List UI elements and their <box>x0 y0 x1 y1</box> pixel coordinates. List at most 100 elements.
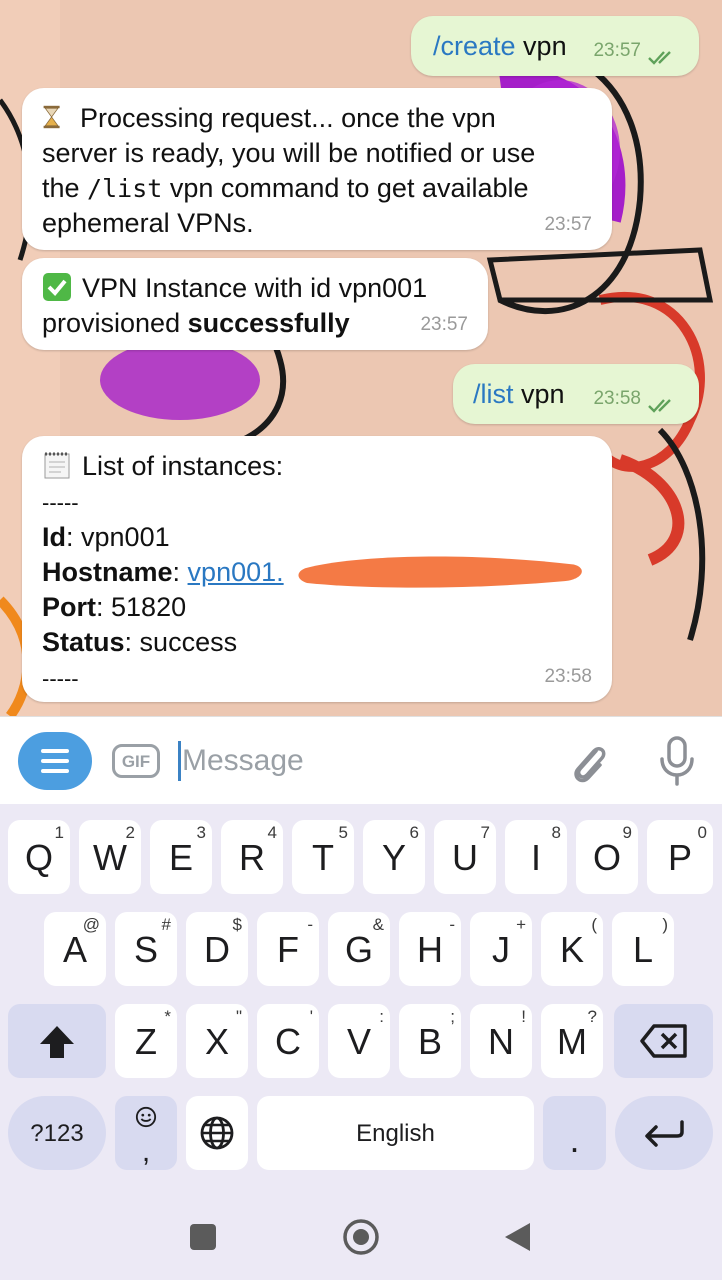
key-a[interactable]: A @ <box>44 912 106 986</box>
key-hint: $ <box>232 915 242 934</box>
key-label: A <box>62 929 87 970</box>
enter-arrow-icon <box>645 1120 684 1147</box>
shift-arrow-icon <box>40 1026 74 1058</box>
key-d[interactable]: D $ <box>186 912 248 986</box>
key-l[interactable]: L) <box>612 912 674 986</box>
language-key[interactable] <box>186 1096 248 1170</box>
key-v[interactable]: V: <box>328 1004 390 1078</box>
key-label: B <box>417 1021 442 1062</box>
period-key[interactable]: . <box>543 1096 606 1170</box>
key-p[interactable]: P0 <box>647 820 713 894</box>
field-label: Port <box>42 592 96 622</box>
paperclip-icon[interactable] <box>566 739 612 785</box>
system-navigation-bar <box>0 1190 722 1280</box>
message-text-line: server is ready, you will be notified or… <box>42 138 536 168</box>
key-u[interactable]: U7 <box>434 820 496 894</box>
message-text-line: vpn command to get available <box>162 173 529 203</box>
shift-key[interactable] <box>8 1004 106 1078</box>
incoming-message[interactable]: Processing request... once the vpn serve… <box>22 88 612 250</box>
key-w[interactable]: W2 <box>79 820 141 894</box>
key-label: S <box>133 929 158 970</box>
incoming-message[interactable]: List of instances: ----- Id: vpn001 Host… <box>22 436 612 702</box>
key-label: E <box>168 837 193 878</box>
key-label: W <box>93 837 127 878</box>
outgoing-message[interactable]: /list vpn 23:58 <box>453 364 699 424</box>
key-label: M <box>557 1021 587 1062</box>
spacebar[interactable]: English <box>257 1096 534 1170</box>
hostname-link[interactable]: vpn001. <box>188 557 284 587</box>
key-t[interactable]: T5 <box>292 820 354 894</box>
recents-button[interactable] <box>190 1224 216 1250</box>
notepad-icon <box>44 452 70 479</box>
field-value: success <box>132 627 238 657</box>
key-j[interactable]: J + <box>470 912 532 986</box>
backspace-key[interactable] <box>614 1004 713 1078</box>
message-composer: GIF <box>0 716 722 804</box>
key-hint: ? <box>587 1007 597 1026</box>
key-hint: ! <box>521 1007 526 1026</box>
back-button[interactable] <box>502 1221 532 1253</box>
key-hint: ' <box>309 1007 313 1026</box>
key-hint: @ <box>82 915 100 934</box>
globe-icon <box>200 1116 234 1150</box>
backspace-icon <box>639 1024 687 1058</box>
symbols-key[interactable]: ?123 <box>8 1096 106 1170</box>
message-input[interactable] <box>182 739 542 783</box>
bot-command-link[interactable]: /create <box>433 31 516 61</box>
emoji-key[interactable]: , <box>115 1096 177 1170</box>
key-i[interactable]: I8 <box>505 820 567 894</box>
key-label: Q <box>24 837 53 878</box>
message-text-line: VPN Instance with id vpn001 <box>82 273 428 303</box>
key-hint: - <box>449 915 455 934</box>
key-e[interactable]: E3 <box>150 820 212 894</box>
key-f[interactable]: F- <box>257 912 319 986</box>
message-text: vpn <box>513 379 565 409</box>
message-text-line: the <box>42 173 88 203</box>
key-label: U <box>452 837 478 878</box>
redaction-scribble <box>298 556 582 588</box>
key-c[interactable]: C ' <box>257 1004 319 1078</box>
key-y[interactable]: Y6 <box>363 820 425 894</box>
key-s[interactable]: S # <box>115 912 177 986</box>
field-value: vpn001 <box>73 522 170 552</box>
key-h[interactable]: H- <box>399 912 461 986</box>
key-z[interactable]: Z * <box>115 1004 177 1078</box>
message-bold-text: successfully <box>187 308 350 338</box>
field-label: Hostname <box>42 557 173 587</box>
key-n[interactable]: N! <box>470 1004 532 1078</box>
key-x[interactable]: X " <box>186 1004 248 1078</box>
key-label: T <box>312 837 334 878</box>
key-k[interactable]: K( <box>541 912 603 986</box>
key-label: J <box>492 929 510 970</box>
home-button[interactable] <box>341 1217 381 1257</box>
key-hint: # <box>161 915 171 934</box>
bot-menu-button[interactable] <box>18 732 92 790</box>
key-hint: : <box>379 1007 384 1026</box>
message-time: 23:57 <box>420 314 468 335</box>
key-g[interactable]: G & <box>328 912 390 986</box>
key-hint: ; <box>450 1007 455 1026</box>
key-r[interactable]: R4 <box>221 820 283 894</box>
key-m[interactable]: M? <box>541 1004 603 1078</box>
microphone-icon[interactable] <box>654 735 700 787</box>
key-label: X <box>204 1021 229 1062</box>
message-title: List of instances: <box>82 451 284 481</box>
separator: ----- <box>42 490 79 515</box>
enter-key[interactable] <box>615 1096 713 1170</box>
key-o[interactable]: O9 <box>576 820 638 894</box>
key-b[interactable]: B; <box>399 1004 461 1078</box>
key-label: F <box>277 929 299 970</box>
key-label: R <box>239 837 265 878</box>
key-q[interactable]: Q1 <box>8 820 70 894</box>
bot-command-link[interactable]: /list <box>473 379 514 409</box>
key-hint: 0 <box>697 823 707 842</box>
outgoing-message[interactable]: /create vpn 23:57 <box>411 16 699 76</box>
gif-button[interactable]: GIF <box>112 744 160 778</box>
onscreen-keyboard: Q1 W2 E3 R4 T5 Y6 U7 I8 O9 P0 A @ S # D $ F… <box>0 804 722 1190</box>
check-mark-icon <box>43 273 71 301</box>
chat-area[interactable]: /create vpn 23:57 Processing request... … <box>0 0 722 716</box>
key-hint: 4 <box>267 823 277 842</box>
message-text: vpn <box>515 31 567 61</box>
key-label: G <box>344 929 373 970</box>
incoming-message[interactable]: VPN Instance with id vpn001 provisioned … <box>22 258 488 350</box>
